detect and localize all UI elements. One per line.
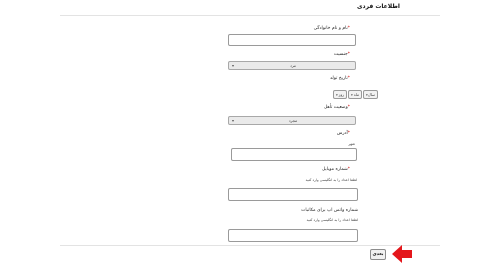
birth-date-label: *تاریخ تولد bbox=[330, 76, 350, 81]
whatsapp-label: شماره واتس اپ برای مکاتبات bbox=[301, 208, 358, 213]
gender-label: *جنسیت bbox=[333, 52, 350, 57]
mobile-input[interactable] bbox=[228, 188, 358, 201]
whatsapp-hint: لطفا اعداد را به انگلیسی وارد کنید bbox=[306, 218, 358, 222]
marital-status-label: *وضعیت تأهل bbox=[323, 105, 350, 110]
birth-month-select[interactable]: ▾ ماه bbox=[348, 90, 362, 99]
header-divider bbox=[60, 15, 440, 16]
mobile-hint: لطفا اعداد را به انگلیسی وارد کنید bbox=[305, 178, 357, 182]
chevron-down-icon: ▾ bbox=[232, 63, 235, 68]
footer-divider bbox=[60, 245, 440, 246]
section-title: اطلاعات فردی bbox=[357, 3, 400, 10]
full-name-input[interactable] bbox=[228, 34, 356, 46]
gender-value: مرد bbox=[290, 63, 296, 68]
chevron-down-icon: ▾ bbox=[351, 92, 353, 97]
birth-day-select[interactable]: ▾ روز bbox=[333, 90, 347, 99]
chevron-down-icon: ▾ bbox=[232, 118, 235, 123]
address-label: *آدرس bbox=[336, 131, 350, 136]
next-button[interactable]: بعدی bbox=[370, 249, 386, 260]
mobile-label: *شماره موبایل bbox=[322, 167, 350, 172]
arrow-left-icon bbox=[392, 245, 412, 263]
marital-status-select[interactable]: مجرد ▾ bbox=[228, 116, 356, 125]
birth-year-select[interactable]: ▾ سال bbox=[363, 90, 378, 99]
city-sublabel: شهر bbox=[348, 142, 355, 146]
whatsapp-input[interactable] bbox=[228, 229, 358, 242]
marital-status-value: مجرد bbox=[288, 118, 298, 123]
full-name-label: *نام و نام خانوادگی bbox=[313, 26, 350, 31]
gender-select[interactable]: مرد ▾ bbox=[228, 61, 356, 70]
city-input[interactable] bbox=[231, 148, 357, 161]
